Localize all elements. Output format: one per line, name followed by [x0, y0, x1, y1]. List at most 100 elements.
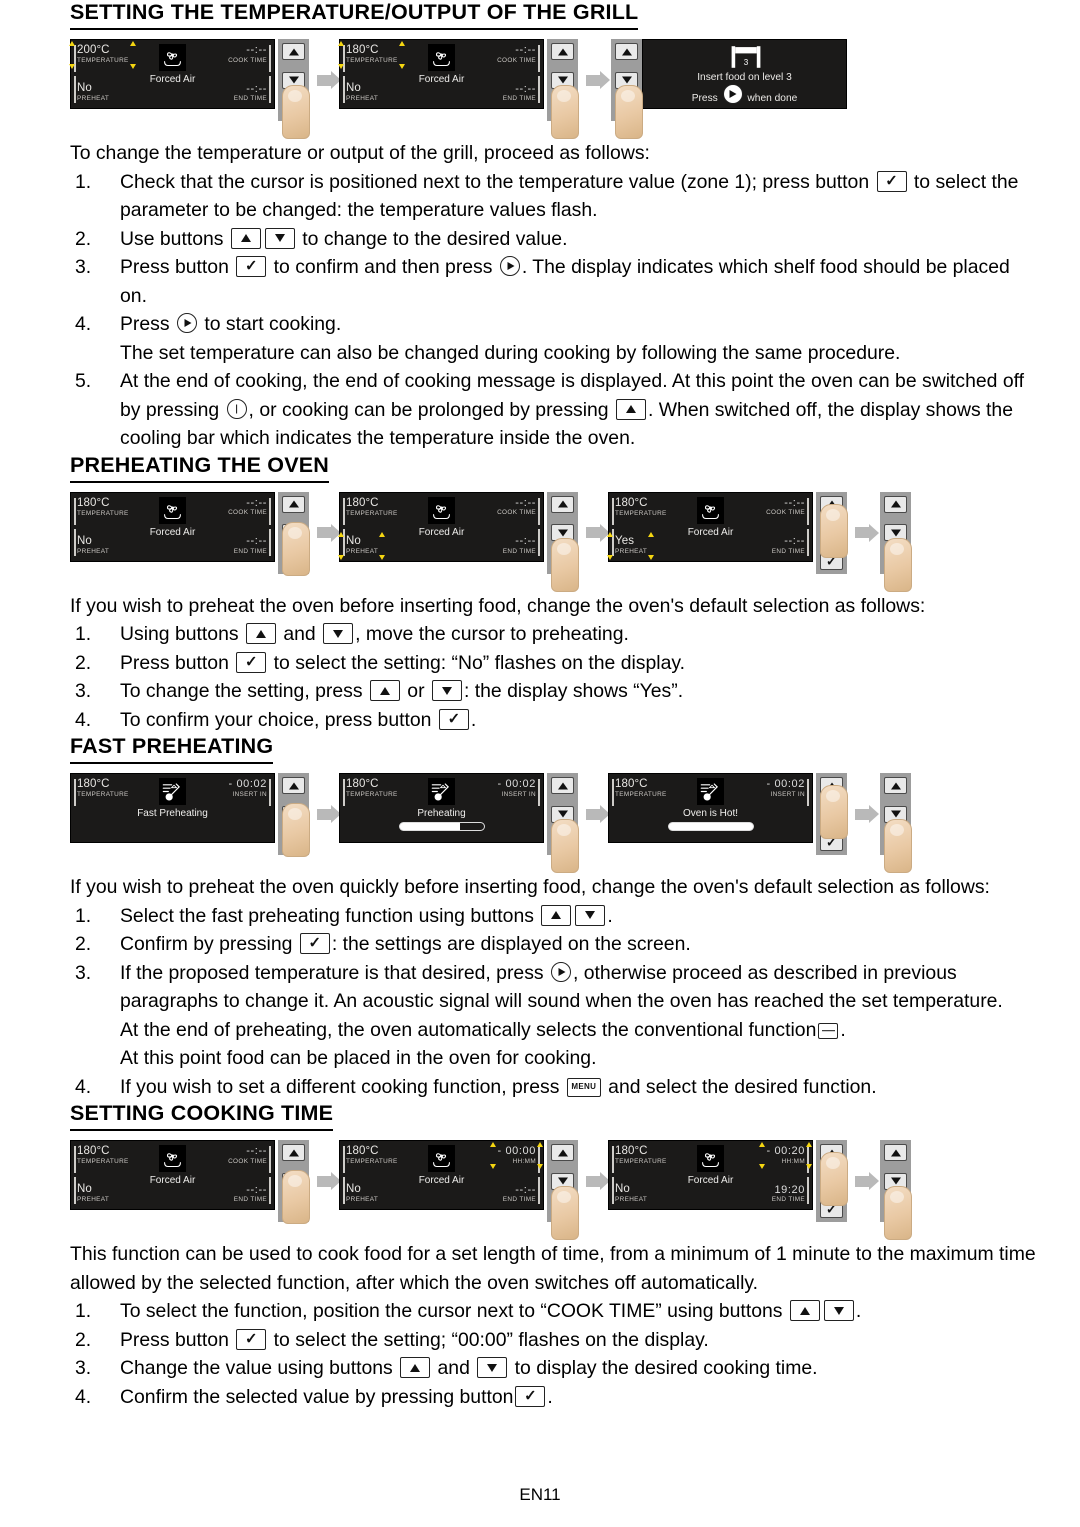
temperature-value: 180°C [77, 1145, 110, 1157]
up-button[interactable] [884, 1144, 907, 1161]
pressing-hand-icon [551, 819, 579, 873]
preheat-value: No [346, 1183, 361, 1196]
ok-button-icon: ✓ [236, 256, 267, 277]
control-button-column: ✓ [278, 773, 310, 857]
ok-button-icon: ✓ [299, 933, 330, 954]
up-button[interactable] [551, 1144, 574, 1161]
shelf-level-icon: 3 [728, 44, 762, 68]
cook-time-label: HH:MM [781, 1157, 805, 1165]
cook-time-label: COOK TIME [497, 56, 536, 64]
temperature-label: TEMPERATURE [346, 791, 398, 799]
control-button-column: ✓ [278, 1140, 310, 1224]
end-time-value: 19:20 [774, 1183, 805, 1196]
instruction-step: Using buttons and , move the cursor to p… [75, 620, 629, 648]
up-button[interactable] [282, 777, 305, 794]
control-button-column: ✓ [880, 491, 912, 592]
flow-arrow-icon [309, 492, 339, 574]
oven-message-panel: 3 Insert food on level 3 Press when done [642, 39, 847, 109]
up-button[interactable] [884, 777, 907, 794]
preheat-label: PREHEAT [77, 95, 110, 103]
oven-display-panel: 180°C TEMPERATURE --:-- COOK TIME No PREHEAT -… [338, 39, 544, 109]
oven-display-panel: 180°C TEMPERATURE - 00:02 INSERT IN Oven is … [608, 773, 813, 843]
diagram-strip: 180°C TEMPERATURE --:-- COOK TIME No PREHEAT -… [70, 1140, 1042, 1240]
control-button-column: ✓ [816, 1140, 848, 1222]
pressing-hand-icon [282, 85, 310, 139]
up-button[interactable] [282, 43, 305, 60]
temperature-label: TEMPERATURE [615, 509, 667, 517]
pressing-hand-icon [820, 785, 848, 839]
up-button[interactable] [884, 495, 907, 513]
temperature-label: TEMPERATURE [615, 1158, 667, 1166]
instruction-step: Press button ✓ to confirm and then press… [75, 253, 1010, 307]
end-time-value: --:-- [246, 535, 267, 548]
cook-time-label: INSERT IN [501, 790, 536, 798]
control-button-column: ✓ [547, 39, 579, 139]
temperature-value: 180°C [77, 496, 110, 509]
preheat-label: PREHEAT [77, 547, 110, 555]
up-button[interactable] [282, 1144, 305, 1161]
down-button-icon [575, 904, 606, 926]
section-heading-wrap: SETTING THE TEMPERATURE/OUTPUT OF THE GR… [70, 0, 1042, 30]
ok-button-icon: ✓ [438, 708, 469, 730]
down-button-icon [264, 227, 295, 249]
preheat-label: PREHEAT [346, 547, 379, 555]
cook-time-value: --:-- [246, 44, 267, 56]
oven-display-panel: 180°C TEMPERATURE --:-- COOK TIME Yes PREHEAT… [607, 491, 813, 562]
pressing-hand-icon [615, 85, 643, 139]
flow-arrow-icon [847, 773, 877, 855]
cook-time-value: --:-- [515, 44, 536, 56]
up-button[interactable] [551, 777, 574, 794]
instruction-step: If you wish to set a different cooking f… [75, 1073, 877, 1101]
section-intro: To change the temperature or output of t… [70, 142, 650, 164]
temperature-value: 180°C [77, 778, 110, 790]
temperature-label: TEMPERATURE [77, 509, 129, 517]
up-button-icon [245, 623, 276, 644]
up-button[interactable] [551, 495, 574, 513]
temperature-label: TEMPERATURE [77, 791, 129, 799]
control-button-column: ✓ [816, 773, 848, 855]
pressing-hand-icon [884, 537, 912, 592]
instruction-list: Select the fast preheating function usin… [70, 902, 1042, 1102]
preheat-value: No [77, 82, 92, 95]
pressing-hand-icon [282, 521, 310, 576]
end-time-label: END TIME [233, 547, 267, 555]
menu-button-icon: MENU [566, 1077, 601, 1097]
preheat-label: PREHEAT [346, 95, 379, 103]
control-button-column: ✓ [278, 491, 310, 576]
diagram-strip: 180°C TEMPERATURE - 00:02 INSERT IN Fast Pre… [70, 773, 1042, 873]
pressing-hand-icon [820, 1152, 848, 1206]
flow-arrow-icon [578, 492, 608, 574]
flow-arrow-icon [309, 1140, 339, 1222]
control-button-column: ✓ [278, 39, 310, 139]
end-time-value: --:-- [515, 535, 536, 548]
preheat-label: PREHEAT [615, 547, 648, 555]
up-button[interactable] [551, 43, 574, 60]
cook-time-label: COOK TIME [228, 1157, 267, 1165]
end-time-value: --:-- [515, 82, 536, 95]
temperature-value: 180°C [615, 1145, 648, 1157]
cook-time-label: COOK TIME [766, 509, 805, 517]
section-title: FAST PREHEATING [70, 734, 274, 764]
temperature-value: 180°C [615, 778, 648, 790]
power-button-icon [226, 398, 247, 419]
instruction-step: Check that the cursor is positioned next… [75, 168, 1019, 222]
instruction-list: Check that the cursor is positioned next… [70, 168, 1042, 453]
control-button-column: ✓ [547, 1140, 579, 1240]
preheat-value: No [77, 1183, 92, 1196]
down-button-icon [431, 680, 462, 701]
cook-time-label: COOK TIME [228, 509, 267, 517]
start-button-icon [550, 961, 571, 982]
diagram-strip: 200°C TEMPERATURE --:-- COOK TIME No PREHEAT -… [69, 39, 1042, 139]
section-fastpreheat: FAST PREHEATING 180°C TEMPERATURE - 00:02 IN… [0, 734, 1080, 1101]
up-button-icon [789, 1300, 820, 1321]
control-button-column: ✓ [816, 491, 848, 574]
cook-time-label: COOK TIME [497, 509, 536, 517]
instruction-step: Change the value using buttons and to di… [75, 1354, 818, 1382]
shelf-level-icon: 3 [731, 45, 760, 68]
up-button[interactable] [282, 495, 305, 513]
instruction-step: Press button ✓ to select the setting; “0… [75, 1326, 709, 1354]
section-title: SETTING THE TEMPERATURE/OUTPUT OF THE GR… [70, 0, 639, 30]
temperature-value: 200°C [77, 44, 110, 56]
instruction-step: Confirm the selected value by pressing b… [75, 1383, 553, 1411]
up-button[interactable] [615, 43, 638, 60]
